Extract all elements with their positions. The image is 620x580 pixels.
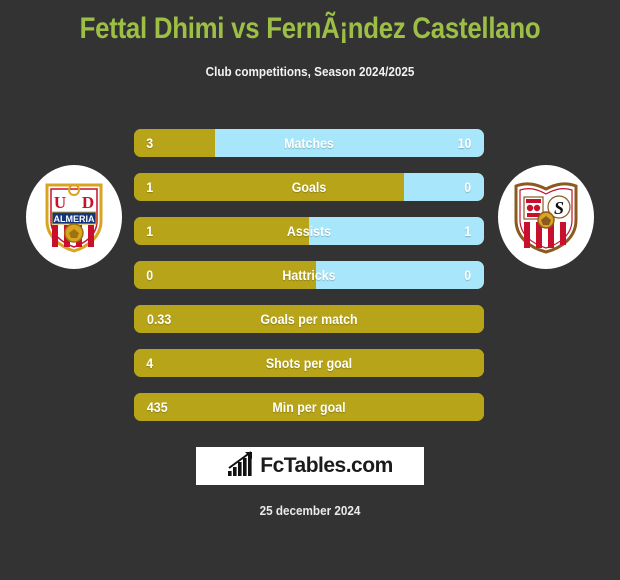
stat-row: 1 Assists 1 xyxy=(134,217,484,245)
stat-row: 435 Min per goal xyxy=(134,393,484,421)
stat-label: Shots per goal xyxy=(265,356,353,371)
away-team-crest: S xyxy=(498,165,594,269)
away-value: 0 xyxy=(464,180,472,195)
away-value: 1 xyxy=(464,224,472,239)
home-team-crest: U D ALMERIA xyxy=(26,165,122,269)
stat-label: Min per goal xyxy=(272,400,346,415)
sevilla-fc-crest-icon: S xyxy=(513,180,579,254)
bar-chart-arrow-icon xyxy=(227,450,255,482)
stat-label: Goals xyxy=(291,180,327,195)
stat-label: Goals per match xyxy=(260,312,358,327)
svg-text:D: D xyxy=(82,193,94,212)
report-date: 25 december 2024 xyxy=(259,503,361,518)
stat-row: 3 Matches 10 xyxy=(134,129,484,157)
ud-almeria-crest-icon: U D ALMERIA xyxy=(43,181,105,253)
stat-label: Assists xyxy=(286,224,332,239)
stat-row: 1 Goals 0 xyxy=(134,173,484,201)
svg-text:ALMERIA: ALMERIA xyxy=(54,214,95,224)
stat-label: Matches xyxy=(284,136,334,151)
stat-row: 0 Hattricks 0 xyxy=(134,261,484,289)
page-subtitle: Club competitions, Season 2024/2025 xyxy=(205,64,415,79)
fctables-logo[interactable]: FcTables.com xyxy=(196,447,424,485)
stat-label: Hattricks xyxy=(282,268,336,283)
page-title: Fettal Dhimi vs FernÃ¡ndez Castellano xyxy=(79,12,541,45)
away-value: 10 xyxy=(457,136,472,151)
stats-comparison-list: 3 Matches 10 1 Goals 0 1 Assists 1 0 Hat… xyxy=(134,129,484,437)
away-value: 0 xyxy=(464,268,472,283)
stat-row: 0.33 Goals per match xyxy=(134,305,484,333)
brand-name: FcTables.com xyxy=(260,454,393,477)
svg-text:U: U xyxy=(54,193,66,212)
stat-row: 4 Shots per goal xyxy=(134,349,484,377)
svg-text:S: S xyxy=(554,198,564,218)
